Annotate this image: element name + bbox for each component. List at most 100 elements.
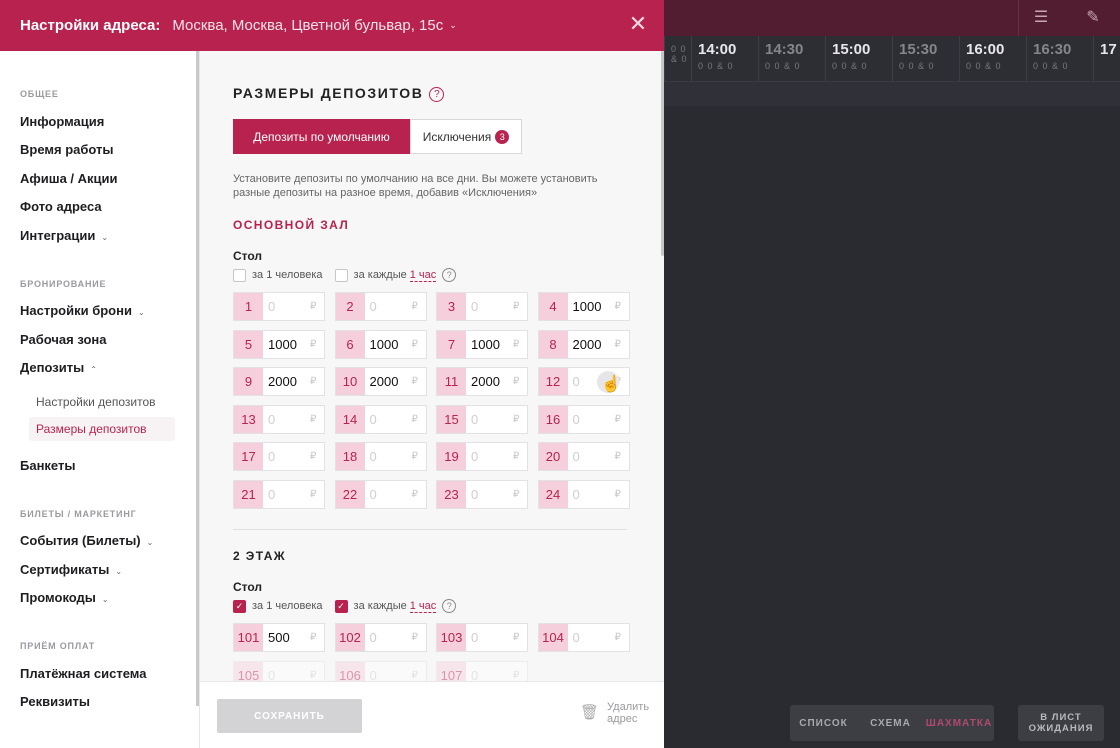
sidebar-item-photo[interactable]: Фото адреса: [20, 199, 102, 214]
hour-link[interactable]: 1 час: [409, 269, 437, 282]
help-icon[interactable]: ?: [442, 268, 457, 282]
zone1-options: за 1 человека за каждые 1 час?: [233, 268, 457, 282]
table-number: 9: [234, 368, 263, 395]
sidebar-subitem-deposit-settings[interactable]: Настройки депозитов: [36, 395, 156, 409]
waitlist-button[interactable]: В ЛИСТ ОЖИДАНИЯ: [1018, 705, 1104, 741]
view-list-button[interactable]: СПИСОК: [790, 705, 857, 741]
table-type-label: Стол: [233, 580, 263, 594]
deposit-input[interactable]: 0: [263, 443, 310, 470]
view-scheme-button[interactable]: СХЕМА: [857, 705, 924, 741]
deposit-input[interactable]: 0: [365, 406, 412, 433]
deposit-input[interactable]: 0: [466, 293, 513, 320]
sidebar-item-label: Интеграции: [20, 228, 96, 243]
sidebar-item-booking-settings[interactable]: Настройки брони ⌄: [20, 303, 145, 318]
per-person-checkbox[interactable]: ✓: [233, 599, 246, 613]
deposit-input[interactable]: 1000: [263, 331, 310, 358]
deposit-input[interactable]: 0: [365, 481, 412, 508]
view-chess-button[interactable]: ШАХМАТКА: [924, 705, 994, 741]
per-hour-option: за каждые 1 час?: [334, 268, 457, 282]
deposit-input[interactable]: 0: [466, 624, 513, 651]
address-selector[interactable]: Москва, Москва, Цветной бульвар, 15с: [172, 17, 443, 34]
table-deposit-field: 9 2000 ₽: [233, 367, 325, 396]
tab-exceptions[interactable]: Исключения 3: [410, 119, 522, 154]
deposit-input[interactable]: 0: [263, 662, 310, 682]
sidebar-item-events[interactable]: События (Билеты) ⌄: [20, 533, 153, 548]
time-label: 16:00: [966, 41, 1005, 58]
deposit-input[interactable]: 2000: [568, 331, 615, 358]
table-deposit-field: 23 0 ₽: [436, 479, 528, 509]
deposit-input[interactable]: 0: [365, 624, 412, 651]
deposit-input[interactable]: 500: [263, 624, 310, 651]
deposit-input[interactable]: 2000: [365, 368, 412, 395]
time-label: 14:00: [698, 41, 737, 58]
slot-stats: 0 0 & 0: [832, 61, 868, 71]
table-number: 15: [437, 405, 466, 433]
deposit-input[interactable]: 0: [365, 443, 412, 470]
deposit-input[interactable]: 0: [263, 406, 310, 433]
table-number: 20: [538, 443, 568, 470]
sidebar-item-payment-system[interactable]: Платёжная система: [20, 666, 146, 681]
deposit-input[interactable]: 0: [263, 293, 310, 320]
help-icon[interactable]: ?: [442, 599, 457, 613]
deposit-input[interactable]: 0: [568, 443, 615, 470]
sidebar-item-workzone[interactable]: Рабочая зона: [20, 332, 107, 347]
filter-icon[interactable]: ☰: [1030, 7, 1052, 29]
sidebar-item-certificates[interactable]: Сертификаты ⌄: [20, 562, 122, 577]
sidebar-item-requisites[interactable]: Реквизиты: [20, 694, 90, 709]
per-person-checkbox[interactable]: [233, 268, 246, 282]
address-settings-panel: Настройки адреса: Москва, Москва, Цветно…: [0, 0, 664, 748]
deposit-input[interactable]: 2000: [466, 368, 513, 395]
time-slot: 17: [1093, 36, 1120, 82]
sidebar-subitem-deposit-sizes[interactable]: Размеры депозитов: [29, 417, 175, 441]
waitlist-line: В ЛИСТ: [1040, 712, 1082, 723]
deposit-input[interactable]: 0: [466, 406, 513, 433]
sidebar-item-deposits[interactable]: Депозиты ⌃: [20, 360, 97, 375]
zone-divider: [233, 529, 627, 530]
deposit-input[interactable]: 1000: [365, 331, 412, 358]
deposit-input[interactable]: 0: [568, 406, 615, 433]
deposit-input[interactable]: 0: [466, 481, 513, 508]
zone2-options: ✓ за 1 человека ✓ за каждые 1 час?: [233, 599, 457, 613]
waitlist-line: ОЖИДАНИЯ: [1028, 723, 1094, 734]
currency-label: ₽: [310, 301, 317, 312]
sidebar-item-banquets[interactable]: Банкеты: [20, 458, 75, 473]
hour-link[interactable]: 1 час: [409, 600, 437, 613]
currency-label: ₽: [310, 376, 317, 387]
content-scrollbar[interactable]: [661, 51, 664, 256]
help-icon[interactable]: ?: [429, 86, 445, 102]
sidebar-item-promocodes[interactable]: Промокоды ⌄: [20, 590, 109, 605]
currency-label: ₽: [310, 488, 317, 500]
tab-default-deposits[interactable]: Депозиты по умолчанию: [233, 119, 410, 154]
deposit-input[interactable]: 0: [568, 481, 615, 508]
sidebar-item-hours[interactable]: Время работы: [20, 142, 114, 157]
panel-title: Настройки адреса:: [20, 17, 161, 34]
per-hour-checkbox[interactable]: [334, 268, 348, 282]
delete-address-button[interactable]: 🗑 Удалить адрес: [580, 701, 649, 725]
deposit-input[interactable]: 0: [568, 624, 615, 651]
deposit-input[interactable]: 0: [466, 443, 513, 470]
page-title: РАЗМЕРЫ ДЕПОЗИТОВ?: [233, 85, 445, 102]
sidebar-item-info[interactable]: Информация: [20, 114, 104, 129]
deposit-input[interactable]: 0: [365, 662, 412, 682]
edit-icon[interactable]: ✎: [1082, 7, 1104, 29]
table-deposit-field: 21 0 ₽: [233, 479, 325, 509]
per-person-label: за 1 человека: [252, 600, 323, 612]
currency-label: ₽: [614, 413, 621, 425]
per-hour-checkbox[interactable]: ✓: [334, 599, 348, 613]
currency-label: ₽: [513, 632, 520, 643]
deposit-input[interactable]: 0: [466, 662, 513, 682]
sidebar-item-integrations[interactable]: Интеграции ⌄: [20, 228, 108, 243]
deposit-input[interactable]: 1000: [568, 293, 615, 320]
chevron-down-icon[interactable]: ⌄: [449, 20, 457, 31]
save-button[interactable]: СОХРАНИТЬ: [217, 699, 362, 733]
deposit-input[interactable]: 0: [263, 481, 310, 508]
deposit-input[interactable]: 1000: [466, 331, 513, 358]
deposit-input[interactable]: 0: [365, 293, 412, 320]
description-text: Установите депозиты по умолчанию на все …: [233, 173, 598, 199]
deposit-input[interactable]: 2000: [263, 368, 310, 395]
table-number: 6: [335, 330, 365, 358]
sidebar-item-afisha[interactable]: Афиша / Акции: [20, 171, 118, 186]
table-number: 105: [234, 661, 263, 681]
close-icon[interactable]: ✕: [628, 13, 648, 35]
slot-stats: 0 0 & 0: [899, 61, 935, 71]
